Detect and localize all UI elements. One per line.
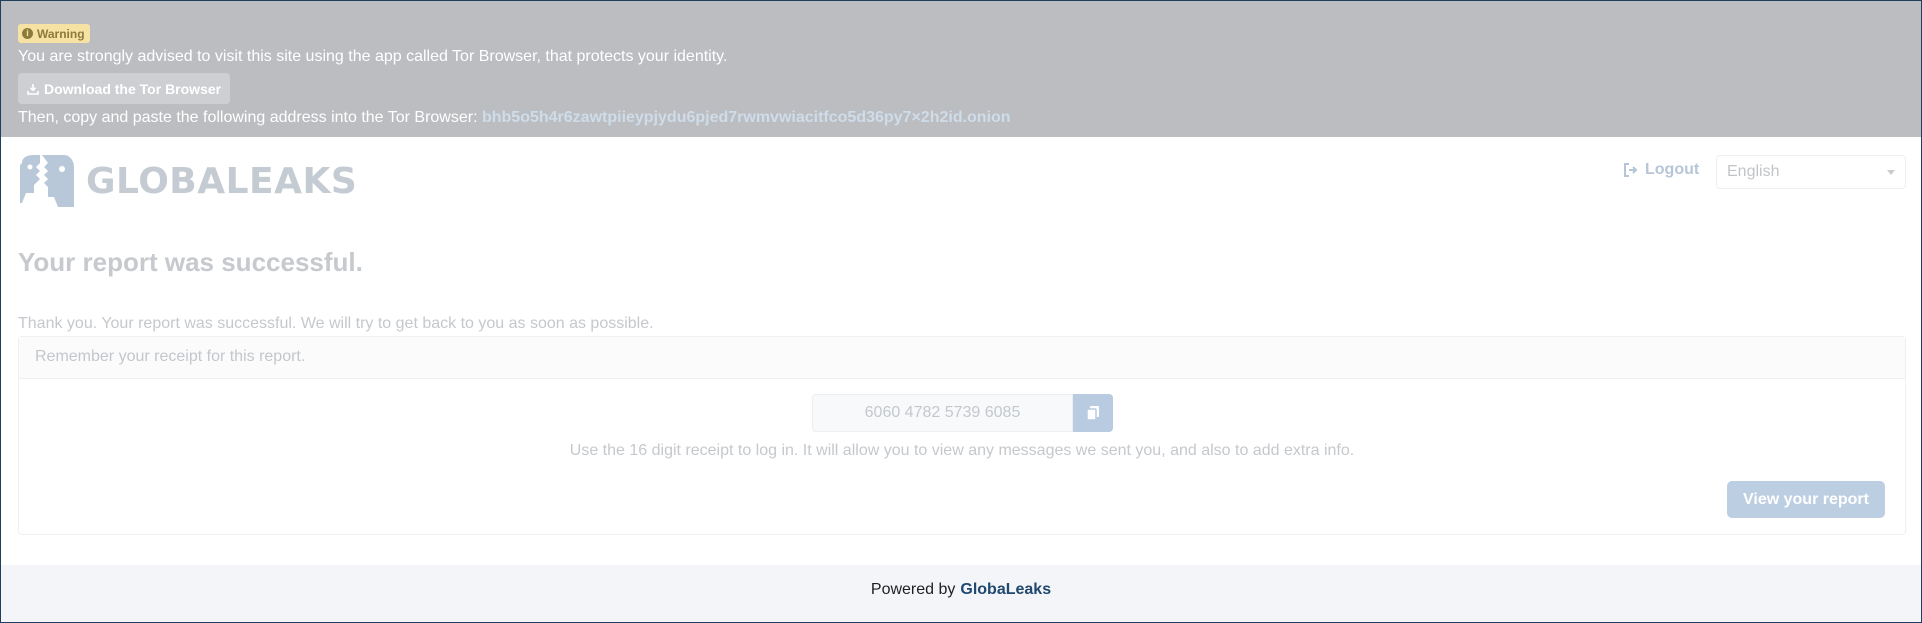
receipt-input-group: 6060 4782 5739 6085 bbox=[812, 394, 1113, 432]
sign-out-icon bbox=[1624, 163, 1638, 177]
tor-warning-banner: i Warning You are strongly advised to vi… bbox=[1, 1, 1921, 137]
logo-mark-icon bbox=[20, 155, 74, 207]
logout-link[interactable]: Logout bbox=[1623, 161, 1699, 179]
download-tor-label: Download the Tor Browser bbox=[44, 80, 222, 97]
page-title: Your report was successful. bbox=[18, 247, 363, 277]
onion-address-link[interactable]: bhb5o5h4r6zawtpiieypjydu6pjed7rwmvwiacit… bbox=[482, 109, 1011, 126]
tor-address-line: Then, copy and paste the following addre… bbox=[18, 108, 1904, 128]
warning-label: Warning bbox=[37, 26, 85, 41]
receipt-help-text: Use the 16 digit receipt to log in. It w… bbox=[569, 442, 1355, 459]
footer: Powered by GlobaLeaks bbox=[1, 565, 1921, 622]
main-content: GLOBALEAKS Logout English Your report wa… bbox=[1, 137, 1921, 565]
receipt-card-header: Remember your receipt for this report. bbox=[19, 337, 1905, 379]
receipt-card: Remember your receipt for this report. 6… bbox=[18, 336, 1906, 535]
warning-badge: i Warning bbox=[18, 24, 90, 43]
chevron-down-icon bbox=[1887, 169, 1895, 175]
view-report-button[interactable]: View your report bbox=[1727, 481, 1885, 518]
globaleaks-footer-link[interactable]: GlobaLeaks bbox=[960, 581, 1051, 599]
info-circle-icon: i bbox=[22, 28, 33, 39]
copy-icon bbox=[1086, 406, 1099, 421]
language-select[interactable]: English bbox=[1716, 155, 1906, 189]
powered-by-text: Powered by bbox=[870, 580, 956, 598]
logout-label: Logout bbox=[1645, 161, 1700, 178]
download-tor-button[interactable]: Download the Tor Browser bbox=[18, 73, 231, 104]
copy-receipt-button[interactable] bbox=[1073, 394, 1113, 432]
receipt-field[interactable]: 6060 4782 5739 6085 bbox=[812, 394, 1073, 432]
tor-advice-text: You are strongly advised to visit this s… bbox=[18, 48, 728, 65]
address-prefix: Then, copy and paste the following addre… bbox=[18, 109, 478, 126]
download-icon bbox=[27, 83, 39, 95]
app-window: i Warning You are strongly advised to vi… bbox=[0, 0, 1922, 623]
logo-text: GLOBALEAKS bbox=[86, 160, 358, 202]
thanks-message: Thank you. Your report was successful. W… bbox=[18, 315, 654, 332]
globaleaks-logo[interactable]: GLOBALEAKS bbox=[18, 153, 357, 209]
language-value: English bbox=[1727, 163, 1780, 180]
